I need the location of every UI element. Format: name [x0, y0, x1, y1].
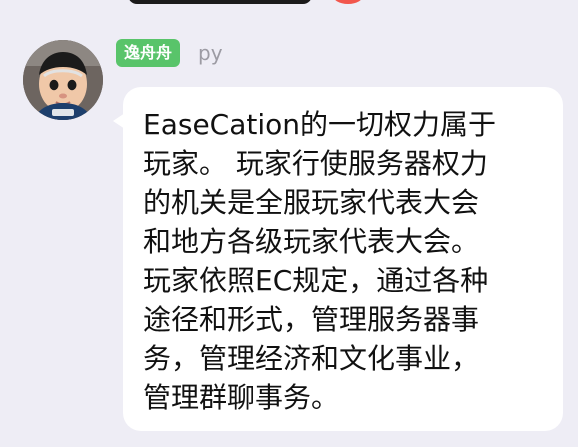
message-line-3: 的机关是全服玩家代表大会 [143, 186, 480, 219]
message-line-2: 玩家。 玩家行使服务器权力 [143, 147, 488, 180]
message-line-6: 途径和形式，管理服务器事 [143, 303, 480, 336]
avatar[interactable] [23, 40, 103, 120]
message-line-4: 和地方各级玩家代表大会。 [143, 225, 480, 258]
message-bubble[interactable]: EaseCation的一切权力属于 玩家。 玩家行使服务器权力 的机关是全服玩家… [113, 87, 563, 431]
message-text: EaseCation的一切权力属于 玩家。 玩家行使服务器权力 的机关是全服玩家… [143, 105, 539, 417]
child-avatar-icon [23, 40, 103, 120]
message-line-8: 管理群聊事务。 [143, 381, 340, 414]
message-bubble-tail [113, 113, 125, 129]
sender-name: py [198, 41, 223, 65]
message-line-5: 玩家依照EC规定，通过各种 [143, 264, 489, 297]
chat-message-row: 逸舟舟 py EaseCation的一切权力属于 玩家。 玩家行使服务器权力 的… [0, 0, 578, 447]
message-line-1: EaseCation的一切权力属于 [143, 108, 497, 141]
message-line-7: 务，管理经济和文化事业， [143, 342, 480, 375]
sender-badge: 逸舟舟 [116, 39, 181, 67]
